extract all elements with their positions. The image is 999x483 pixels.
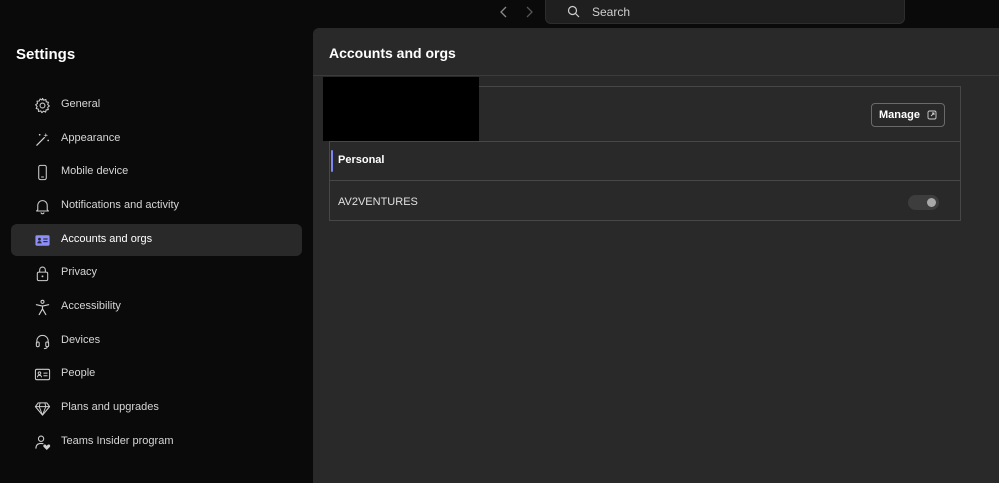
- chevron-left-icon: [500, 6, 507, 18]
- sidebar-item-devices[interactable]: Devices: [11, 325, 302, 357]
- diamond-icon: [33, 399, 51, 417]
- redacted-account-info: [323, 77, 479, 141]
- accounts-card: Manage Personal AV2VENTURES: [323, 77, 961, 221]
- sidebar-item-label: Mobile device: [61, 165, 129, 177]
- sidebar-item-mobile-device[interactable]: Mobile device: [11, 156, 302, 188]
- settings-sidebar: Settings General Appearance Mobile devic…: [0, 28, 313, 483]
- id-card-icon: [33, 231, 51, 249]
- org-toggle[interactable]: [908, 195, 939, 210]
- sidebar-item-privacy[interactable]: Privacy: [11, 257, 302, 289]
- sidebar-item-label: Privacy: [61, 266, 98, 278]
- sidebar-item-label: Accessibility: [61, 300, 121, 312]
- person-heart-icon: [33, 433, 51, 451]
- sidebar-title: Settings: [16, 46, 76, 63]
- sidebar-item-teams-insider[interactable]: Teams Insider program: [11, 426, 302, 458]
- sidebar-item-label: Accounts and orgs: [61, 233, 153, 245]
- back-button[interactable]: [495, 3, 513, 21]
- toggle-knob: [927, 198, 936, 207]
- headset-icon: [33, 332, 51, 350]
- sidebar-item-label: Devices: [61, 334, 101, 346]
- search-icon: [567, 5, 580, 18]
- magic-wand-icon: [33, 130, 51, 148]
- sidebar-item-appearance[interactable]: Appearance: [11, 123, 302, 155]
- sidebar-item-notifications[interactable]: Notifications and activity: [11, 190, 302, 222]
- personal-label: Personal: [338, 154, 385, 166]
- selection-indicator: [331, 150, 333, 172]
- account-header: Manage: [323, 77, 960, 142]
- sidebar-item-general[interactable]: General: [11, 89, 302, 121]
- accessibility-icon: [33, 298, 51, 316]
- sidebar-item-label: General: [61, 98, 101, 110]
- title-bar: [0, 0, 999, 28]
- forward-button[interactable]: [520, 3, 538, 21]
- phone-icon: [33, 163, 51, 181]
- search-box[interactable]: [545, 0, 905, 24]
- sidebar-item-label: People: [61, 367, 96, 379]
- page-title: Accounts and orgs: [329, 45, 456, 61]
- chevron-right-icon: [526, 6, 533, 18]
- contact-card-icon: [33, 365, 51, 383]
- gear-icon: [33, 96, 51, 114]
- sidebar-item-label: Notifications and activity: [61, 199, 179, 211]
- lock-icon: [33, 264, 51, 282]
- sidebar-item-label: Teams Insider program: [61, 435, 174, 447]
- open-external-icon: [927, 110, 937, 120]
- manage-button-label: Manage: [879, 109, 920, 121]
- sidebar-item-people[interactable]: People: [11, 358, 302, 390]
- sidebar-item-label: Appearance: [61, 132, 121, 144]
- bell-icon: [33, 197, 51, 215]
- sidebar-item-label: Plans and upgrades: [61, 401, 159, 413]
- personal-account-row[interactable]: Personal: [330, 141, 960, 181]
- sidebar-item-accounts-and-orgs[interactable]: Accounts and orgs: [11, 224, 302, 256]
- search-input[interactable]: [592, 3, 892, 21]
- org-name: AV2VENTURES: [338, 196, 418, 208]
- sidebar-item-accessibility[interactable]: Accessibility: [11, 291, 302, 323]
- page-header: Accounts and orgs: [313, 28, 999, 76]
- org-row: AV2VENTURES: [330, 181, 960, 220]
- manage-button[interactable]: Manage: [871, 103, 945, 127]
- sidebar-item-plans-and-upgrades[interactable]: Plans and upgrades: [11, 392, 302, 424]
- main-content: Accounts and orgs Manage Personal AV2VEN…: [313, 28, 999, 483]
